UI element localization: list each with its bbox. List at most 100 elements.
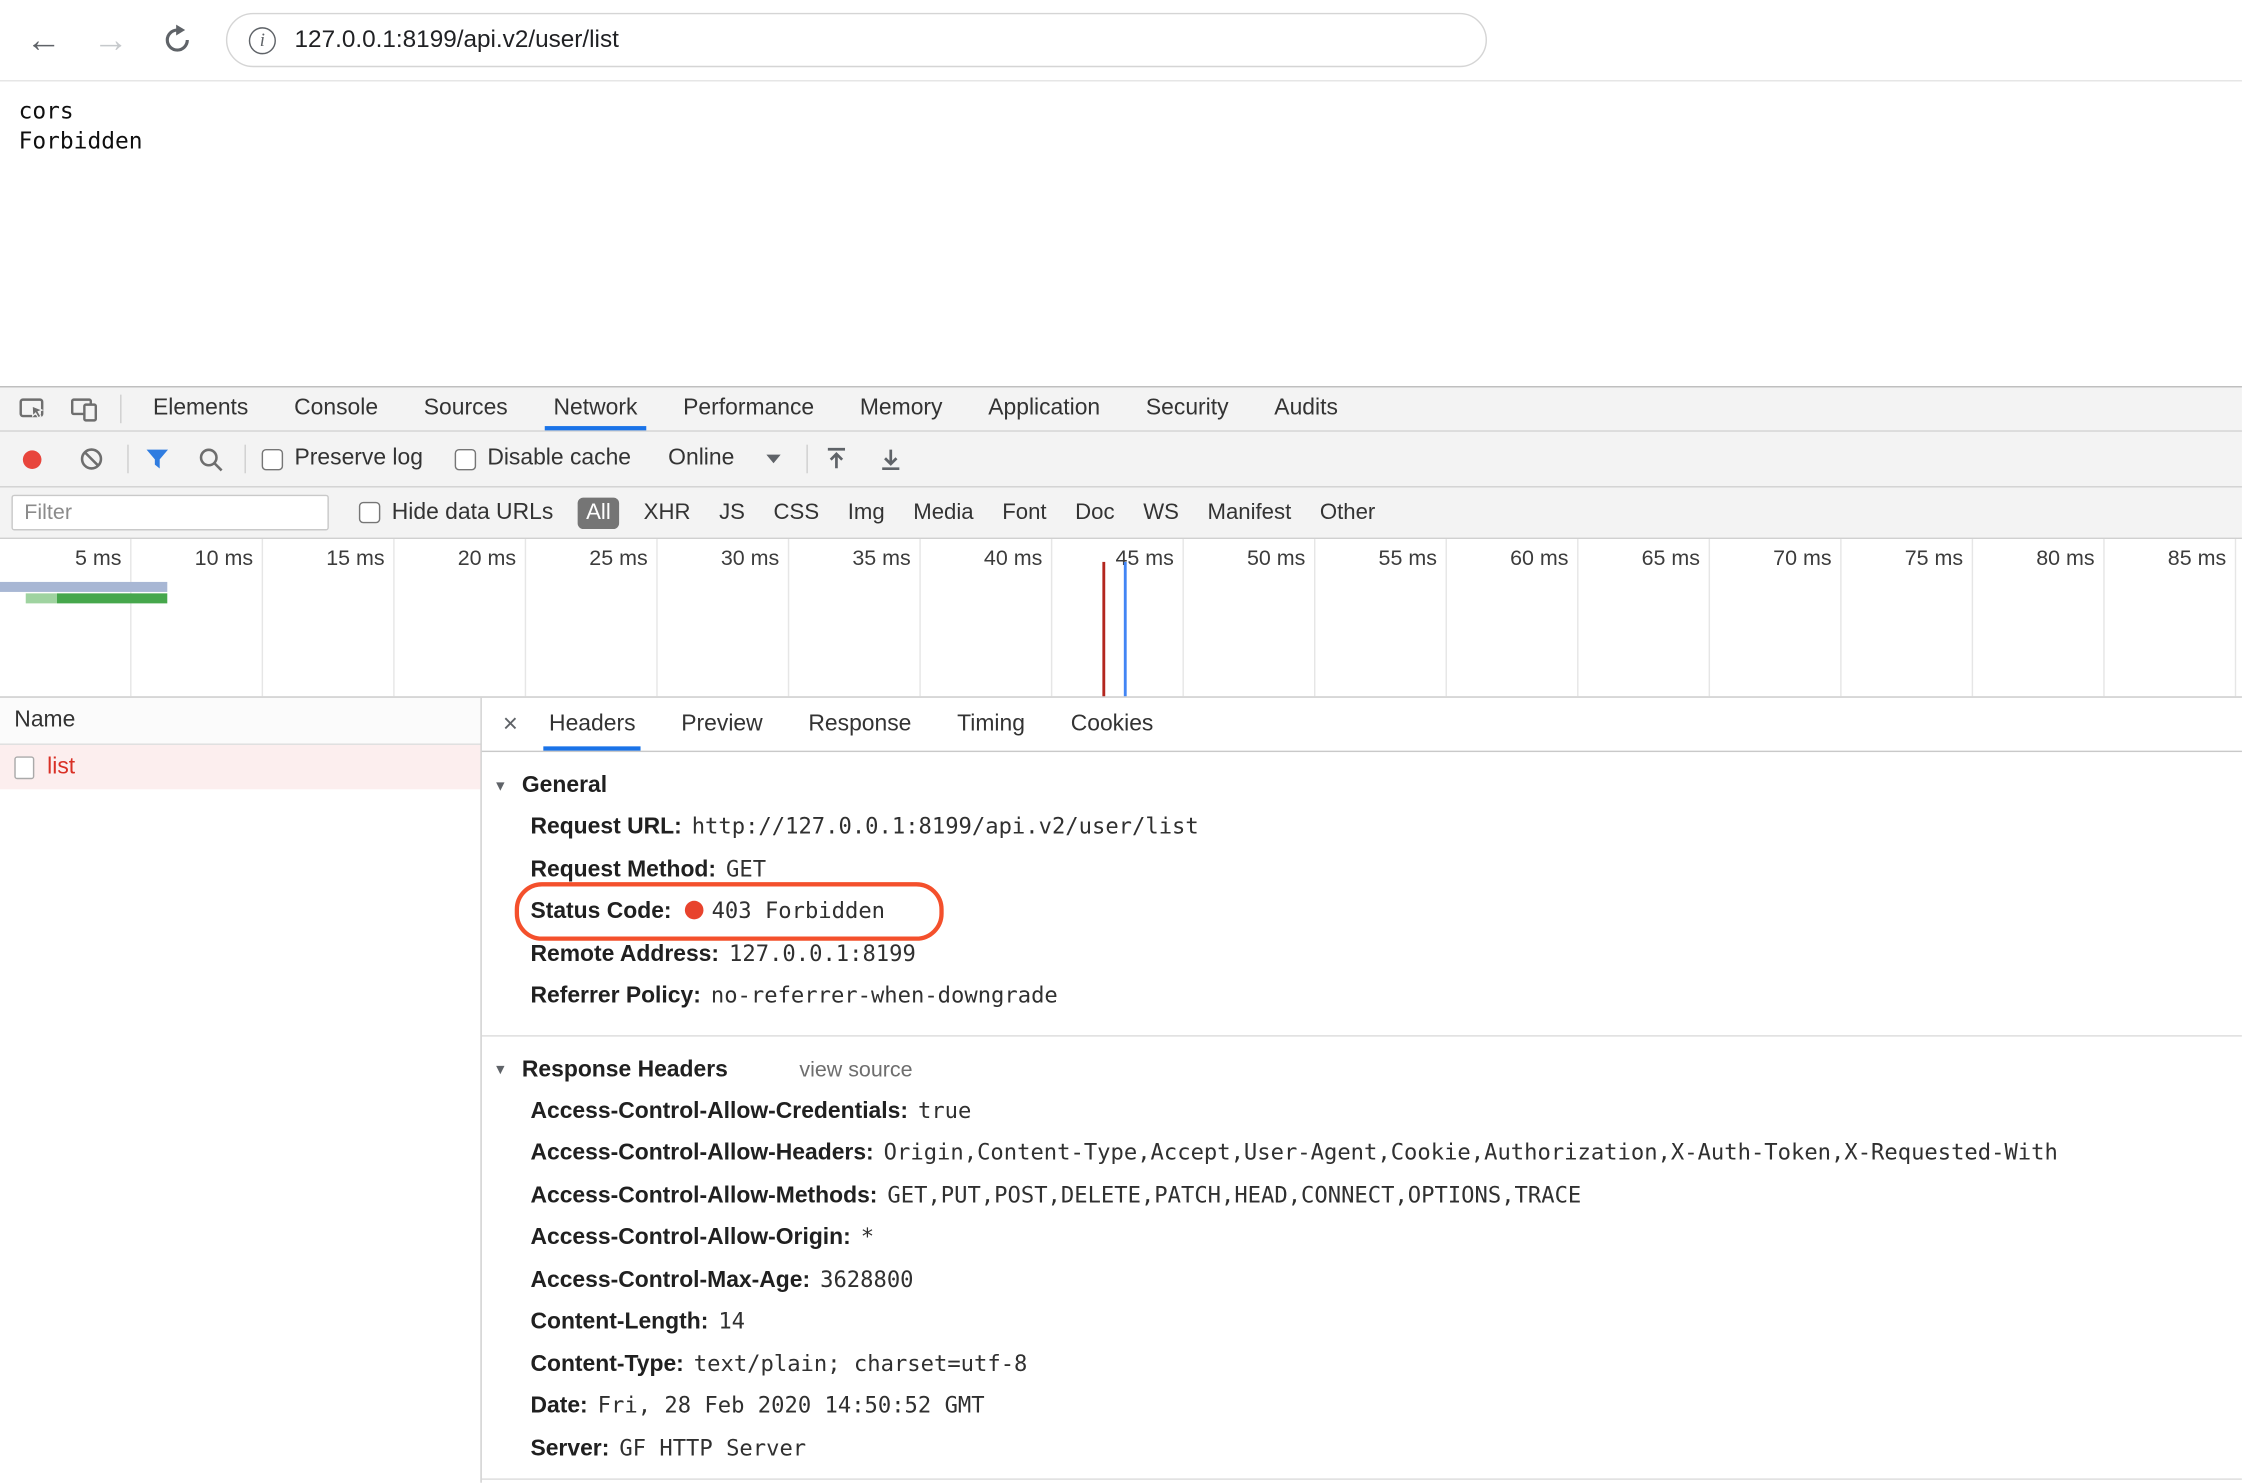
network-detail-area: Name list × Headers Preview Response Tim… xyxy=(0,698,2242,1483)
timeline-tick: 10 ms xyxy=(262,539,263,696)
header-line-date: Date:Fri, 28 Feb 2020 14:50:52 GMT xyxy=(530,1385,2241,1427)
requests-panel: Name list xyxy=(0,698,482,1483)
header-line-referrer-policy: Referrer Policy:no-referrer-when-downgra… xyxy=(530,975,2241,1017)
timeline-tick: 50 ms xyxy=(1314,539,1315,696)
waterfall-bar-content[interactable] xyxy=(26,593,168,603)
disable-cache-checkbox[interactable] xyxy=(454,448,475,469)
header-key: Request Method: xyxy=(530,857,716,881)
url-omnibox[interactable]: 127.0.0.1:8199/api.v2/user/list xyxy=(295,26,619,55)
chip-ws[interactable]: WS xyxy=(1139,497,1183,528)
chip-js[interactable]: JS xyxy=(715,497,749,528)
close-icon[interactable]: × xyxy=(495,709,526,739)
timeline-tick: 15 ms xyxy=(393,539,394,696)
clear-icon[interactable] xyxy=(79,446,105,472)
header-value: Origin,Content-Type,Accept,User-Agent,Co… xyxy=(884,1140,2058,1166)
tab-network[interactable]: Network xyxy=(531,387,661,430)
header-value: 127.0.0.1:8199 xyxy=(729,940,916,966)
reload-icon[interactable] xyxy=(160,23,194,57)
disclosure-triangle-icon[interactable]: ▼ xyxy=(493,779,513,795)
header-line-status-code: Status Code:403 Forbidden xyxy=(530,891,2241,933)
tab-elements[interactable]: Elements xyxy=(130,387,271,430)
header-value: GF HTTP Server xyxy=(619,1435,806,1461)
header-key: Access-Control-Allow-Headers: xyxy=(530,1141,873,1165)
network-overview-timeline: 5 ms 10 ms 15 ms 20 ms 25 ms 30 ms 35 ms… xyxy=(0,539,2242,698)
devtools-panel: Elements Console Sources Network Perform… xyxy=(0,386,2242,1483)
import-har-icon[interactable] xyxy=(822,445,851,474)
page-line-1: cors xyxy=(19,96,143,126)
header-line-remote-address: Remote Address: 127.0.0.1:8199 xyxy=(530,933,2241,975)
record-icon[interactable] xyxy=(23,450,42,469)
chip-all[interactable]: All xyxy=(578,497,620,528)
chip-other[interactable]: Other xyxy=(1316,497,1380,528)
filter-icon[interactable] xyxy=(143,445,172,474)
export-har-icon[interactable] xyxy=(876,445,905,474)
chip-xhr[interactable]: XHR xyxy=(639,497,694,528)
timeline-tick: 75 ms xyxy=(1972,539,1973,696)
tab-timing[interactable]: Timing xyxy=(934,698,1048,751)
timeline-tick: 30 ms xyxy=(788,539,789,696)
chip-css[interactable]: CSS xyxy=(769,497,823,528)
tab-security[interactable]: Security xyxy=(1123,387,1251,430)
tab-application[interactable]: Application xyxy=(965,387,1123,430)
section-divider xyxy=(482,1034,2242,1035)
status-error-dot-icon xyxy=(684,901,703,920)
back-icon[interactable]: ← xyxy=(26,22,62,58)
header-key: Server: xyxy=(530,1436,609,1460)
header-key: Access-Control-Allow-Origin: xyxy=(530,1225,850,1249)
tab-performance[interactable]: Performance xyxy=(660,387,837,430)
chip-manifest[interactable]: Manifest xyxy=(1203,497,1295,528)
page-line-2: Forbidden xyxy=(19,126,143,156)
request-row-list[interactable]: list xyxy=(0,745,480,789)
general-section-header: ▼ General xyxy=(493,769,2242,803)
search-icon[interactable] xyxy=(197,445,224,472)
divider xyxy=(120,395,121,424)
response-headers-title[interactable]: Response Headers xyxy=(522,1057,728,1083)
site-info-icon[interactable]: i xyxy=(249,26,276,53)
tab-audits[interactable]: Audits xyxy=(1251,387,1360,430)
inspect-element-icon[interactable] xyxy=(17,393,48,424)
disclosure-triangle-icon[interactable]: ▼ xyxy=(493,1062,513,1078)
chip-img[interactable]: Img xyxy=(843,497,889,528)
filter-input[interactable] xyxy=(11,495,328,531)
response-headers-section-header: ▼ Response Headers view source xyxy=(493,1053,2242,1087)
waterfall-bar-waiting[interactable] xyxy=(0,582,167,592)
general-section-title[interactable]: General xyxy=(522,774,607,800)
timeline-tick: 60 ms xyxy=(1577,539,1578,696)
requests-name-header[interactable]: Name xyxy=(0,698,480,745)
chip-doc[interactable]: Doc xyxy=(1071,497,1119,528)
header-line-acah: Access-Control-Allow-Headers: Origin,Cont… xyxy=(530,1132,2241,1174)
devtools-tabbar: Elements Console Sources Network Perform… xyxy=(0,387,2242,431)
file-icon xyxy=(14,756,34,779)
tab-headers[interactable]: Headers xyxy=(526,698,658,751)
divider xyxy=(127,445,128,474)
url-bar[interactable]: i 127.0.0.1:8199/api.v2/user/list xyxy=(226,13,1487,67)
disable-cache-label[interactable]: Disable cache xyxy=(487,446,631,472)
tab-preview[interactable]: Preview xyxy=(658,698,785,751)
tab-sources[interactable]: Sources xyxy=(401,387,531,430)
hide-data-urls-label[interactable]: Hide data URLs xyxy=(392,500,554,526)
header-key: Access-Control-Max-Age: xyxy=(530,1268,810,1292)
chip-media[interactable]: Media xyxy=(909,497,978,528)
preserve-log-label[interactable]: Preserve log xyxy=(295,446,423,472)
tab-memory[interactable]: Memory xyxy=(837,387,965,430)
network-toolbar: Preserve log Disable cache Online xyxy=(0,432,2242,488)
hide-data-urls-checkbox[interactable] xyxy=(359,502,380,523)
throttling-select[interactable]: Online xyxy=(668,446,734,472)
header-value: 14 xyxy=(718,1308,745,1334)
chip-font[interactable]: Font xyxy=(998,497,1051,528)
tab-response[interactable]: Response xyxy=(786,698,935,751)
header-key: Remote Address: xyxy=(530,942,719,966)
header-value: true xyxy=(918,1097,971,1123)
view-source-link[interactable]: view source xyxy=(799,1058,912,1082)
header-line-acac: Access-Control-Allow-Credentials:true xyxy=(530,1090,2241,1132)
chevron-down-icon[interactable] xyxy=(766,455,780,464)
section-divider xyxy=(482,1478,2242,1479)
header-key: Status Code: xyxy=(530,899,671,923)
tab-console[interactable]: Console xyxy=(271,387,401,430)
device-toolbar-icon[interactable] xyxy=(69,393,100,424)
timeline-tick: 5 ms xyxy=(130,539,131,696)
tab-cookies[interactable]: Cookies xyxy=(1048,698,1176,751)
preserve-log-checkbox[interactable] xyxy=(262,448,283,469)
domcontentloaded-marker xyxy=(1124,562,1127,696)
browser-window: ← → i 127.0.0.1:8199/api.v2/user/list co… xyxy=(0,0,2242,1483)
